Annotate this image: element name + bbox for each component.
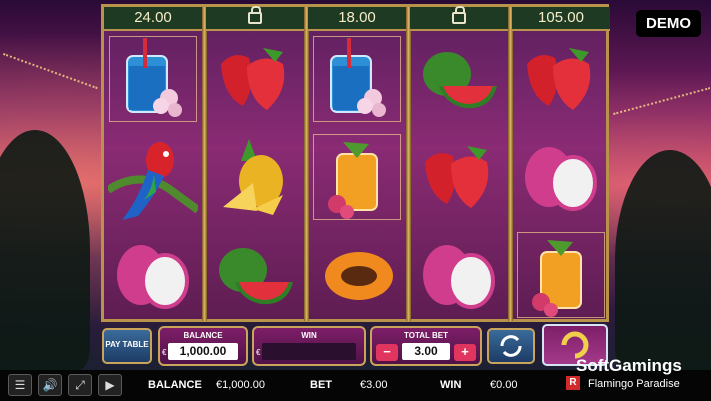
- paytable-button[interactable]: PAY TABLE: [102, 328, 152, 364]
- cocktail-icon: [308, 31, 406, 127]
- balance-field: BALANCE € 1,000.00: [158, 326, 248, 366]
- parrot-icon: [104, 129, 202, 225]
- dragonfruit-icon: [410, 227, 508, 323]
- provider-mark-icon: R: [566, 376, 580, 390]
- reels-frame: 24.00 18.00 105.00: [101, 4, 610, 323]
- autoplay-button[interactable]: [487, 328, 535, 364]
- totalbet-label: TOTAL BET: [404, 331, 448, 340]
- cocktail-icon: [104, 31, 202, 127]
- balance-currency: €: [162, 348, 167, 357]
- dragonfruit-icon: [104, 227, 202, 323]
- reel-4-lock[interactable]: [410, 6, 508, 31]
- bottom-balance-value: €1,000.00: [216, 379, 265, 391]
- reel-3-value: 18.00: [308, 7, 406, 31]
- reel-5-value: 105.00: [512, 7, 610, 31]
- reel-2-lock[interactable]: [206, 6, 304, 31]
- bottom-bet-value: €3.00: [360, 379, 388, 391]
- strawberry-icon: [410, 129, 508, 225]
- control-panel: PAY TABLE BALANCE € 1,000.00 WIN € TOTAL…: [100, 324, 610, 368]
- paytable-label: PAY TABLE: [105, 340, 149, 349]
- balance-value: 1,000.00: [168, 343, 238, 360]
- reel-1-value: 24.00: [104, 7, 202, 31]
- video-icon[interactable]: ▶: [98, 374, 122, 396]
- win-currency: €: [256, 348, 261, 357]
- win-field: WIN €: [252, 326, 366, 366]
- watermelon-icon: [206, 227, 304, 323]
- papaya-icon: [308, 227, 406, 323]
- mai-tai-icon: [512, 227, 610, 323]
- balance-label: BALANCE: [183, 331, 223, 340]
- strawberry-icon: [206, 31, 304, 127]
- menu-icon[interactable]: ☰: [8, 374, 32, 396]
- bet-decrease-button[interactable]: −: [376, 344, 398, 361]
- strawberry-icon: [512, 31, 610, 127]
- totalbet-value: 3.00: [402, 343, 450, 360]
- bottom-balance-label: BALANCE: [148, 379, 202, 391]
- demo-badge: DEMO: [636, 10, 701, 37]
- win-label: WIN: [301, 331, 317, 340]
- palm-right: [615, 150, 711, 370]
- game-title: Flamingo Paradise: [588, 378, 680, 390]
- autoplay-icon: [500, 335, 522, 357]
- win-value: [262, 343, 356, 360]
- pineapple-icon: [206, 129, 304, 225]
- bottom-bet-label: BET: [310, 379, 332, 391]
- totalbet-field: TOTAL BET − 3.00 +: [370, 326, 482, 366]
- mai-tai-icon: [308, 129, 406, 225]
- lock-icon: [452, 6, 466, 24]
- lock-icon: [248, 6, 262, 24]
- bottom-win-label: WIN: [440, 379, 462, 391]
- dragonfruit-icon: [512, 129, 610, 225]
- watermelon-icon: [410, 31, 508, 127]
- sound-icon[interactable]: 🔊: [38, 374, 62, 396]
- bottom-win-value: €0.00: [490, 379, 518, 391]
- provider-logo: SoftGamings: [576, 356, 682, 375]
- fullscreen-icon[interactable]: ⤢: [68, 374, 92, 396]
- bet-increase-button[interactable]: +: [454, 344, 476, 361]
